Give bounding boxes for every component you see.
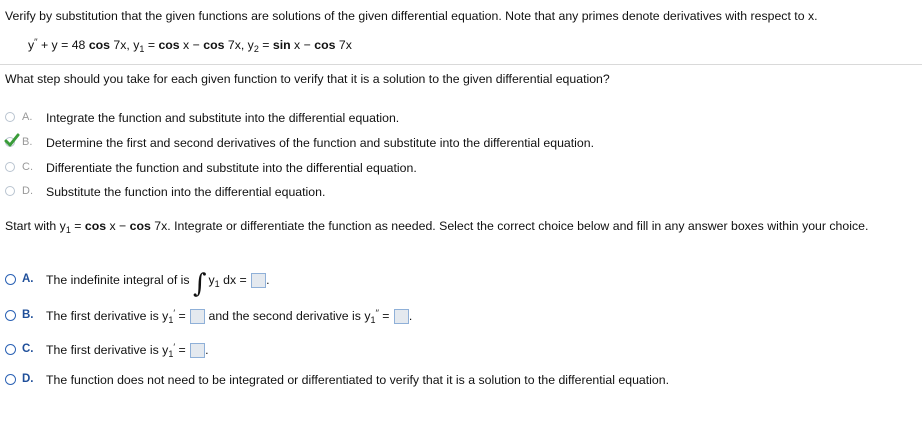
q1-option-c-letter: C. (22, 161, 33, 173)
q1-option-d-radio[interactable] (5, 186, 15, 196)
instruction-text: Verify by substitution that the given fu… (5, 9, 818, 23)
checkmark-icon (4, 133, 20, 147)
q2-a-answer-box[interactable] (251, 273, 267, 288)
q2-option-a-content: The indefinite integral of is ∫ y1 dx = . (46, 269, 270, 299)
q1-option-b-text: Determine the first and second derivativ… (46, 136, 595, 150)
q2-option-c-radio[interactable] (5, 344, 16, 355)
q1-option-a-text: Integrate the function and substitute in… (46, 111, 400, 125)
differential-equation: y′′ + y = 48 cos 7x, y1 = cos x − cos 7x… (28, 37, 352, 54)
q1-option-a-radio[interactable] (5, 112, 15, 122)
integral-sign: ∫ (192, 269, 207, 299)
q2-option-d-radio[interactable] (5, 374, 16, 385)
q2-c-answer-box[interactable] (190, 343, 206, 358)
q1-option-b-letter: B. (22, 136, 33, 148)
q1-option-a-letter: A. (22, 111, 33, 123)
q1-option-d-letter: D. (22, 185, 33, 197)
q2-option-a-letter: A. (22, 273, 34, 285)
question1-prompt: What step should you take for each given… (5, 72, 610, 86)
q2-option-c-content: The first derivative is y1′ = . (46, 342, 209, 359)
q2-option-b-content: The first derivative is y1′ = and the se… (46, 308, 413, 325)
q2-option-b-radio[interactable] (5, 310, 16, 321)
question2-prompt: Start with y1 = cos x − cos 7x. Integrat… (5, 219, 869, 235)
divider (0, 64, 922, 65)
q2-option-b-letter: B. (22, 309, 34, 321)
q1-option-c-text: Differentiate the function and substitut… (46, 161, 417, 175)
q2-option-c-letter: C. (22, 343, 34, 355)
q1-option-c-radio[interactable] (5, 162, 15, 172)
q1-option-d-text: Substitute the function into the differe… (46, 185, 326, 199)
q2-option-a-radio[interactable] (5, 274, 16, 285)
q2-b-first-answer-box[interactable] (190, 309, 206, 324)
q2-option-d-letter: D. (22, 373, 34, 385)
q2-b-second-answer-box[interactable] (393, 309, 409, 324)
q2-option-d-text: The function does not need to be integra… (46, 373, 669, 387)
